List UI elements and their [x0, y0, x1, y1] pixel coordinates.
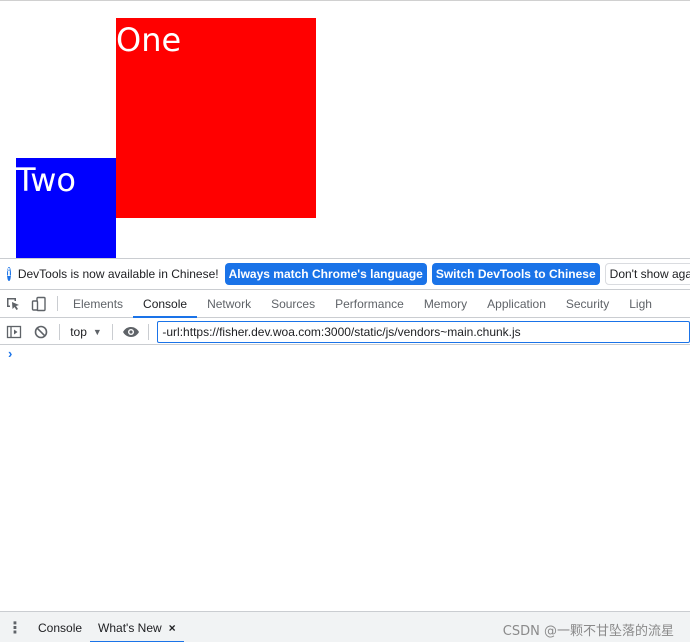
tab-network[interactable]: Network — [197, 290, 261, 317]
drawer-menu-icon[interactable]: ⋮ — [0, 612, 30, 642]
devtools-drawer: ⋮ Console What's New × CSDN @一颗不甘坠落的流星 — [0, 611, 690, 642]
drawer-tab-whats-new-label: What's New — [98, 620, 162, 635]
drawer-tab-whats-new[interactable]: What's New × — [90, 612, 184, 642]
console-output[interactable]: › — [0, 346, 690, 611]
tab-security[interactable]: Security — [556, 290, 619, 317]
tab-elements[interactable]: Elements — [63, 290, 133, 317]
drawer-tab-console[interactable]: Console — [30, 612, 90, 642]
language-infobar: i DevTools is now available in Chinese! … — [0, 259, 690, 290]
box-two-label: Two — [16, 161, 76, 199]
tab-performance[interactable]: Performance — [325, 290, 414, 317]
context-selector-value: top — [70, 324, 87, 339]
tab-sources[interactable]: Sources — [261, 290, 325, 317]
tab-application[interactable]: Application — [477, 290, 556, 317]
devtools-panel: i DevTools is now available in Chinese! … — [0, 258, 690, 642]
device-toolbar-icon[interactable] — [26, 290, 52, 317]
info-icon: i — [7, 267, 11, 281]
close-icon[interactable]: × — [169, 621, 176, 635]
browser-window: One Two i DevTools is now available in C… — [0, 0, 690, 642]
toolbar-separator — [111, 323, 113, 340]
console-filter-input[interactable] — [157, 320, 690, 343]
dont-show-again-button[interactable]: Don't show again — [604, 263, 690, 285]
context-selector[interactable]: top ▼ — [64, 319, 108, 345]
console-toolbar: top ▼ — [0, 319, 690, 345]
tab-memory[interactable]: Memory — [414, 290, 477, 317]
box-two: Two — [16, 158, 116, 258]
match-language-button[interactable]: Always match Chrome's language — [224, 263, 427, 285]
devtools-tabbar: Elements Console Network Sources Perform… — [0, 290, 690, 318]
clear-console-icon[interactable] — [28, 319, 56, 345]
drawer-tab-console-label: Console — [38, 620, 83, 635]
console-prompt-icon: › — [8, 346, 13, 361]
switch-language-button[interactable]: Switch DevTools to Chinese — [431, 263, 600, 285]
show-sidebar-icon[interactable] — [0, 319, 28, 345]
tab-console[interactable]: Console — [133, 290, 198, 318]
watermark: CSDN @一颗不甘坠落的流星 — [502, 624, 674, 639]
eye-icon[interactable] — [117, 319, 145, 345]
tab-lighthouse[interactable]: Ligh — [619, 290, 662, 317]
dropdown-arrow-icon: ▼ — [92, 326, 102, 337]
box-one: One — [116, 18, 316, 218]
toolbar-separator — [148, 323, 150, 340]
tabbar-separator — [57, 296, 58, 311]
toolbar-separator — [59, 323, 61, 340]
box-one-label: One — [116, 21, 182, 59]
inspect-element-icon[interactable] — [0, 290, 26, 317]
infobar-message: DevTools is now available in Chinese! — [17, 267, 219, 281]
page-top-border — [0, 0, 690, 1]
